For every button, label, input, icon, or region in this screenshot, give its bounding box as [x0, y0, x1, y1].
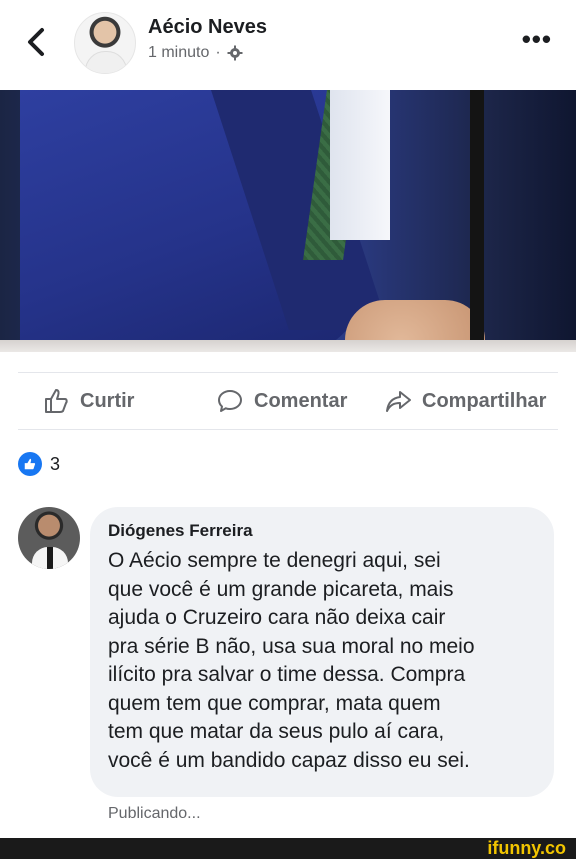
- more-options-button[interactable]: •••: [522, 24, 552, 55]
- watermark-bar: ifunny.co: [0, 838, 576, 859]
- comment-label: Comentar: [254, 389, 348, 412]
- post-time[interactable]: 1 minuto: [148, 44, 209, 62]
- like-button[interactable]: Curtir: [42, 387, 134, 415]
- meta-separator: ·: [215, 44, 221, 61]
- back-chevron-icon[interactable]: [22, 24, 52, 60]
- like-label: Curtir: [80, 389, 135, 412]
- publishing-status: Publicando...: [108, 805, 201, 822]
- post-actions-bar: Curtir Comentar Compartilhar: [18, 372, 558, 430]
- post-header: Aécio Neves 1 minuto · •••: [0, 0, 576, 90]
- comment-bubble[interactable]: Diógenes Ferreira O Aécio sempre te dene…: [90, 507, 554, 797]
- author-name[interactable]: Aécio Neves: [148, 16, 267, 39]
- share-button[interactable]: Compartilhar: [384, 387, 546, 415]
- comment-text: O Aécio sempre te denegri aqui, sei que …: [108, 549, 475, 772]
- commenter-name[interactable]: Diógenes Ferreira: [108, 521, 536, 541]
- watermark-logo: ifunny.co: [487, 838, 566, 858]
- share-label: Compartilhar: [422, 389, 547, 412]
- comment-icon: [218, 390, 242, 412]
- thumbs-up-icon: [45, 389, 68, 413]
- author-avatar[interactable]: [74, 12, 136, 74]
- comment-button[interactable]: Comentar: [216, 387, 347, 415]
- reaction-count: 3: [50, 453, 61, 474]
- gear-icon: [227, 45, 243, 61]
- reactions-summary[interactable]: 3: [18, 452, 60, 476]
- post-image[interactable]: [0, 90, 576, 352]
- share-icon: [386, 391, 411, 412]
- commenter-avatar[interactable]: [18, 507, 80, 569]
- like-badge-icon: [18, 452, 42, 476]
- post-meta: 1 minuto ·: [148, 44, 243, 62]
